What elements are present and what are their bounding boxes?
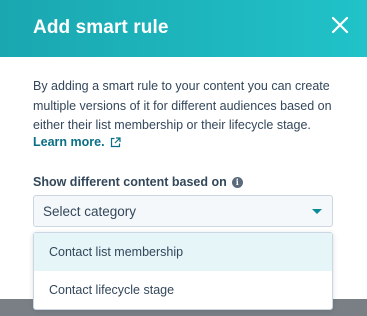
modal-description: By adding a smart rule to your content y… [33,79,332,132]
select-value: Select category [43,204,137,219]
learn-more-label: Learn more. [33,135,105,149]
close-button[interactable] [331,16,349,34]
category-dropdown-menu: Contact list membership Contact lifecycl… [33,232,333,310]
category-select[interactable]: Select category [33,195,333,227]
modal-header: Add smart rule [0,0,367,57]
add-smart-rule-modal: Add smart rule By adding a smart rule to… [0,0,367,310]
close-icon [331,16,349,34]
info-icon[interactable]: i [231,176,243,188]
option-contact-list-membership[interactable]: Contact list membership [34,233,332,271]
field-label-text: Show different content based on [33,175,227,189]
learn-more-link[interactable]: Learn more. [33,135,121,149]
external-link-icon [110,136,121,147]
modal-title: Add smart rule [33,17,169,38]
field-label: Show different content based on i [33,175,243,189]
caret-down-icon [312,209,322,214]
option-contact-lifecycle-stage[interactable]: Contact lifecycle stage [34,271,332,309]
